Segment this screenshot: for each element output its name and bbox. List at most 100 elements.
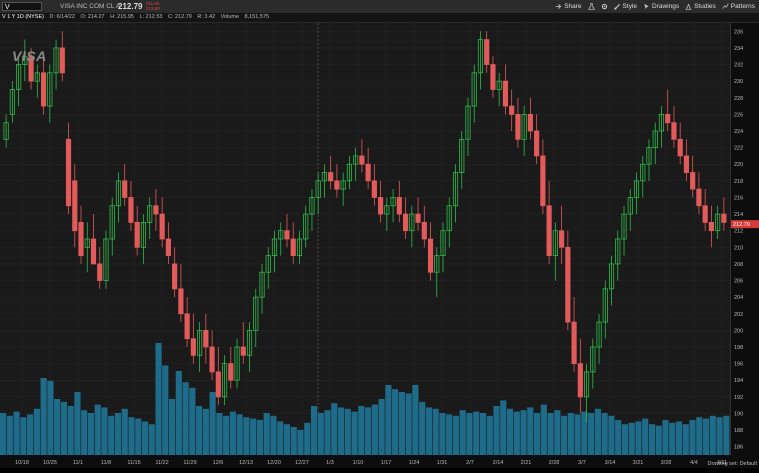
candle-body[interactable] <box>540 155 546 207</box>
candle-body[interactable] <box>172 263 178 290</box>
volume-bar <box>108 415 115 455</box>
candle-body[interactable] <box>671 122 677 140</box>
volume-bar <box>425 407 432 455</box>
volume-bar <box>229 411 236 455</box>
price-tick-label: 186 <box>734 445 743 451</box>
studies-button[interactable]: Studies <box>685 1 716 12</box>
candle-body[interactable] <box>502 80 509 107</box>
candle-body[interactable] <box>122 180 128 198</box>
candle-body[interactable] <box>334 180 340 190</box>
ohlc-row: V 1 Y 1D (NYSE) D: 6/14/22 O: 214.27 H: … <box>2 13 273 22</box>
candle-body[interactable] <box>165 238 171 257</box>
candle-body[interactable] <box>677 138 683 157</box>
candle-body[interactable] <box>490 64 496 90</box>
volume-bar <box>682 424 689 455</box>
volume-bar <box>723 415 730 455</box>
volume-bar <box>202 408 209 455</box>
candle-body[interactable] <box>359 155 365 165</box>
patterns-icon <box>722 3 729 9</box>
candle-body[interactable] <box>421 221 427 240</box>
candle-body[interactable] <box>59 47 65 74</box>
volume-bar <box>547 413 554 455</box>
candle-body[interactable] <box>228 363 234 381</box>
patterns-button[interactable]: Patterns <box>722 1 755 12</box>
candle-body[interactable] <box>546 205 552 257</box>
candle-body[interactable] <box>215 371 221 398</box>
volume-bar <box>6 415 13 455</box>
candle-body[interactable] <box>134 221 140 248</box>
candle-body[interactable] <box>515 113 521 140</box>
volume-bar <box>473 411 480 455</box>
volume-bar <box>479 413 487 455</box>
candle-body[interactable] <box>565 246 571 323</box>
candle-body[interactable] <box>571 321 577 365</box>
volume-bar <box>554 410 561 455</box>
candle-body[interactable] <box>402 213 409 232</box>
candle-body[interactable] <box>97 263 103 281</box>
candle-body[interactable] <box>159 213 165 240</box>
studies-icon <box>685 3 692 10</box>
price-tick-label: 212 <box>734 229 743 235</box>
candle-body[interactable] <box>665 113 671 124</box>
candle-body[interactable] <box>190 338 196 356</box>
price-chart[interactable]: VISA <box>0 23 730 455</box>
candle-body[interactable] <box>396 197 402 215</box>
candle-body[interactable] <box>702 205 708 223</box>
drawings-label: Drawings <box>652 3 680 10</box>
candle-body[interactable] <box>184 313 190 340</box>
timeframe-label[interactable]: V 1 Y 1D (NYSE) <box>2 14 44 20</box>
candle-body[interactable] <box>378 197 384 215</box>
candle-body[interactable] <box>209 346 215 373</box>
time-axis[interactable]: 10/18 10/25 11/1 11/8 11/15 11/22 11/29 12/6 12/… <box>0 455 759 468</box>
candle-body[interactable] <box>290 238 296 257</box>
toolbar-buttons: Share Style Drawings Studies Patterns <box>555 1 755 12</box>
flask-button[interactable] <box>587 3 595 10</box>
candle-body[interactable] <box>534 130 540 157</box>
candle-body[interactable] <box>721 213 727 223</box>
volume-bar <box>87 413 95 455</box>
candle-body[interactable] <box>128 197 134 223</box>
chart-background <box>0 23 730 455</box>
candle-body[interactable] <box>577 363 583 398</box>
candle-body[interactable] <box>708 221 714 232</box>
candle-body[interactable] <box>78 221 84 257</box>
candle-body[interactable] <box>284 230 290 240</box>
price-tick-label: 234 <box>734 46 743 52</box>
candle-body[interactable] <box>427 238 434 273</box>
candle-body[interactable] <box>683 155 690 173</box>
candle-body[interactable] <box>40 72 47 107</box>
candle-body[interactable] <box>509 105 515 115</box>
drawing-set-label[interactable]: Drawing set: Default <box>707 461 757 467</box>
symbol-input[interactable]: V <box>2 2 42 11</box>
time-tick-label: 3/7 <box>578 460 586 466</box>
volume-bar <box>209 392 216 455</box>
candle-body[interactable] <box>690 172 696 190</box>
candle-body[interactable] <box>153 205 159 215</box>
volume-bar <box>405 393 412 455</box>
candle-body[interactable] <box>328 172 334 182</box>
time-tick-label: 11/15 <box>127 460 140 466</box>
price-axis[interactable]: 186 188 190 192 194 196 198 200 202 204 206 208 210 2… <box>730 23 759 455</box>
candle-body[interactable] <box>371 180 377 198</box>
price-tick-label: 214 <box>734 212 743 218</box>
time-tick-label: 12/20 <box>267 460 281 466</box>
candle-body[interactable] <box>559 230 565 248</box>
volume-value: 8,151,575 <box>244 14 270 20</box>
price-tick-label: 236 <box>734 29 743 35</box>
candle-body[interactable] <box>72 180 78 232</box>
candle-body[interactable] <box>240 346 246 356</box>
settings-button[interactable] <box>601 3 608 10</box>
candle-body[interactable] <box>203 329 209 348</box>
chart-canvas[interactable] <box>0 23 730 455</box>
candle-body[interactable] <box>365 163 371 182</box>
share-button[interactable]: Share <box>555 1 582 12</box>
candle-body[interactable] <box>65 138 72 207</box>
style-button[interactable]: Style <box>613 1 637 12</box>
candle-body[interactable] <box>696 188 702 207</box>
candle-body[interactable] <box>415 213 421 223</box>
candle-body[interactable] <box>527 113 533 132</box>
candle-body[interactable] <box>90 238 97 265</box>
candle-body[interactable] <box>178 288 184 315</box>
drawings-button[interactable]: Drawings <box>643 1 679 12</box>
candle-body[interactable] <box>484 39 490 65</box>
